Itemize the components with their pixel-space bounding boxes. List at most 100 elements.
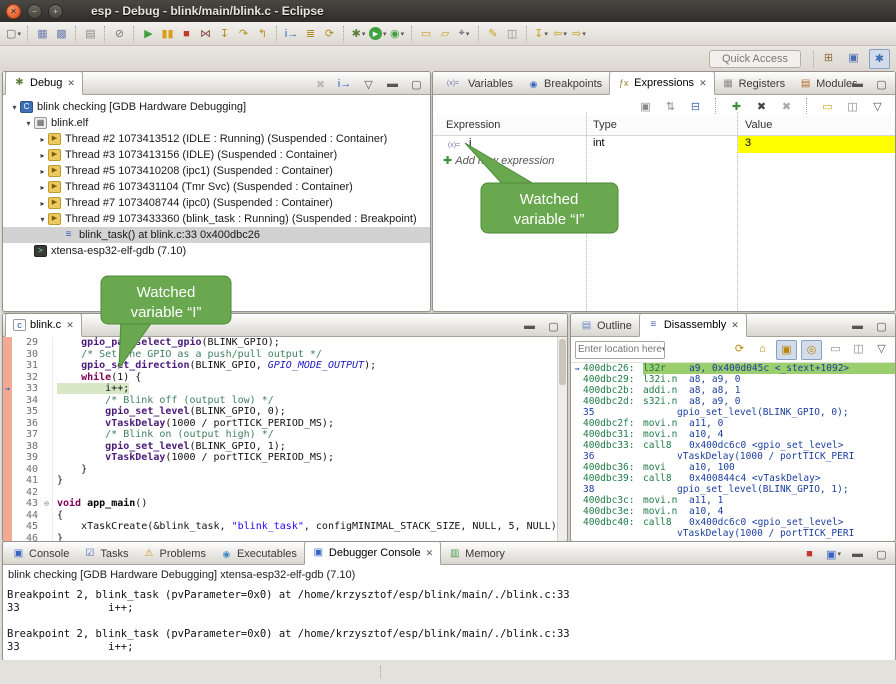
last-edit-location-button[interactable]: ↧▾ [532,25,551,43]
use-step-filters-button[interactable]: ≣ [301,25,320,43]
disassembly-line[interactable]: 400dbc39:call80x400844c4 <vTaskDelay> [571,473,895,484]
code-line[interactable]: 39 vTaskDelay(1000 / portTICK_PERIOD_MS)… [3,452,567,464]
disassembly-line[interactable]: →400dbc26:l32ra9, 0x400d045c <_stext+109… [571,363,895,374]
disassembly-line[interactable]: 400dbc40:call80x400dc6c0 <gpio_set_level… [571,517,895,528]
debug-launch-tree[interactable]: ▾Cblink checking [GDB Hardware Debugging… [3,95,430,259]
chevron-down-icon[interactable]: ▾ [662,342,665,358]
console-tab-memory[interactable]: ▥Memory [441,544,512,564]
pin-button[interactable]: ◫ [849,340,868,358]
step-return-button[interactable]: ↰ [253,25,272,43]
debug-tree-item[interactable]: ▸▶Thread #6 1073431104 (Tmr Svc) (Suspen… [3,179,430,195]
disassembly-listing[interactable]: →400dbc26:l32ra9, 0x400d045c <_stext+109… [571,363,895,539]
code-line[interactable]: 43⊖void app_main() [3,498,567,510]
editor-scrollbar-thumb[interactable] [559,339,566,385]
collapse-all-button[interactable]: ⊟ [686,97,705,115]
step-over-button[interactable]: ↷ [234,25,253,43]
instruction-stepping-button[interactable]: i→ [282,25,301,43]
disassembly-source-line[interactable]: vTaskDelay(1000 / portTICK_PERI [571,528,895,539]
disassembly-line[interactable]: 400dbc2f:movi.na11, 0 [571,418,895,429]
editor-tab-blink-c[interactable]: cblink.c✕ [5,313,82,337]
code-line[interactable]: 34 /* Blink off (output low) */ [3,395,567,407]
disassembly-source-line[interactable]: 36vTaskDelay(1000 / portTICK_PERI [571,451,895,462]
back-button[interactable]: ⇦▾ [551,25,570,43]
close-tab-icon[interactable]: ✕ [67,78,75,89]
terminate-button[interactable]: ■ [800,545,819,563]
code-line[interactable]: 42 [3,487,567,499]
disassembly-line[interactable]: 400dbc3e:movi.na10, 4 [571,506,895,517]
code-line[interactable]: 36 vTaskDelay(1000 / portTICK_PERIOD_MS)… [3,418,567,430]
debug-tab-debug[interactable]: ✱Debug✕ [5,71,83,95]
expressions-tab-registers[interactable]: ▦Registers [715,74,792,94]
code-line[interactable]: 30 /* Set the GPIO as a push/pull output… [3,349,567,361]
code-line[interactable]: 44{ [3,510,567,522]
new-view-button[interactable]: ▭ [826,340,845,358]
column-header-expression[interactable]: Expression [446,119,500,131]
debug-tree-item[interactable]: ▸▶Thread #2 1073413512 (IDLE : Running) … [3,131,430,147]
disassembly-tab-disassembly[interactable]: ≡Disassembly✕ [639,313,747,337]
debug-button[interactable]: ✱▾ [349,25,368,43]
editor-scrollbar[interactable] [557,337,567,541]
maximize-button[interactable]: ▢ [872,545,891,563]
disassembly-line[interactable]: 400dbc36:movia10, 100 [571,462,895,473]
display-selected-console-button[interactable]: ▣▾ [824,545,843,563]
disassembly-source-line[interactable]: 38gpio_set_level(BLINK_GPIO, 1); [571,484,895,495]
profile-button[interactable]: ◉▾ [388,25,407,43]
code-line[interactable]: 31 gpio_set_direction(BLINK_GPIO, GPIO_M… [3,360,567,372]
home-button[interactable]: ⌂ [753,340,772,358]
tree-expander-icon[interactable]: ▸ [37,135,48,144]
toggle-annotations-button[interactable]: ◫ [503,25,522,43]
disassembly-source-line[interactable]: 35gpio_set_level(BLINK_GPIO, 0); [571,407,895,418]
restart-button[interactable]: ⟳ [320,25,339,43]
disconnect-button[interactable]: ⋈ [196,25,215,43]
close-tab-icon[interactable]: ✕ [426,548,434,559]
maximize-button[interactable]: ▢ [544,317,563,335]
save-all-button[interactable]: ▩ [52,25,71,43]
tree-expander-icon[interactable]: ▸ [37,167,48,176]
location-input[interactable]: Enter location here ▾ [575,341,665,359]
print-button[interactable]: ▤ [81,25,100,43]
code-line[interactable]: 38 gpio_set_level(BLINK_GPIO, 1); [3,441,567,453]
code-line[interactable]: 41} [3,475,567,487]
expressions-tab-expressions[interactable]: ƒxExpressions✕ [609,71,714,95]
mark-occurrences-button[interactable]: ✎ [484,25,503,43]
column-header-value[interactable]: Value [745,119,772,131]
run-button[interactable]: ▶▾ [368,25,388,43]
debug-tree-item[interactable]: ▸▶Thread #7 1073408744 (ipc0) (Suspended… [3,195,430,211]
tree-expander-icon[interactable]: ▾ [37,215,48,224]
show-source-button[interactable]: ▣ [776,340,797,360]
expressions-tab-variables[interactable]: (x)=Variables [435,74,520,94]
debug-tree-item[interactable]: ▾▦blink.elf [3,115,430,131]
close-tab-icon[interactable]: ✕ [66,320,74,331]
pin-button[interactable]: ◫ [843,97,862,115]
debug-tree-item[interactable]: >xtensa-esp32-elf-gdb (7.10) [3,243,430,259]
code-line[interactable]: 29 gpio_pad_select_gpio(BLINK_GPIO); [3,337,567,349]
code-line[interactable]: 40 } [3,464,567,476]
new-cpp-element-button[interactable]: ▭ [417,25,436,43]
stack-frame-item[interactable]: ≡blink_task() at blink.c:33 0x400dbc26 [3,227,430,243]
code-line[interactable]: 37 /* Blink on (output high) */ [3,429,567,441]
code-line[interactable]: 32 while(1) { [3,372,567,384]
minimize-button[interactable]: ▬ [848,545,867,563]
resume-button[interactable]: ▶ [139,25,158,43]
maximize-button[interactable]: ▢ [872,317,891,335]
window-close-button[interactable]: ✕ [6,4,21,19]
open-element-button[interactable]: ▱ [436,25,455,43]
cpp-perspective-button[interactable]: ▣ [844,49,863,67]
search-button[interactable]: ⌖▾ [455,25,474,43]
minimize-button[interactable]: ▬ [848,75,867,93]
terminate-button[interactable]: ■ [177,25,196,43]
skip-all-breakpoints-button[interactable]: ⊘ [110,25,129,43]
console-output[interactable]: blink checking [GDB Hardware Debugging] … [3,565,895,661]
debug-tree-item[interactable]: ▸▶Thread #5 1073410208 (ipc1) (Suspended… [3,163,430,179]
window-maximize-button[interactable]: + [48,4,63,19]
remove-all-expressions-button[interactable]: ✖ [777,97,796,115]
disassembly-line[interactable]: 400dbc33:call80x400dc6c0 <gpio_set_level… [571,440,895,451]
disassembly-line[interactable]: 400dbc3c:movi.na11, 1 [571,495,895,506]
open-perspective-button[interactable]: ⊞ [819,49,838,67]
disassembly-line[interactable]: 400dbc2b:addi.na8, a8, 1 [571,385,895,396]
current-code-line[interactable]: →33 i++; [3,383,567,395]
code-editor[interactable]: 29 gpio_pad_select_gpio(BLINK_GPIO);30 /… [3,337,567,542]
console-tab-debugger-console[interactable]: ▣Debugger Console✕ [304,541,441,565]
debug-perspective-button[interactable]: ✱ [869,49,890,69]
column-header-type[interactable]: Type [593,119,617,131]
